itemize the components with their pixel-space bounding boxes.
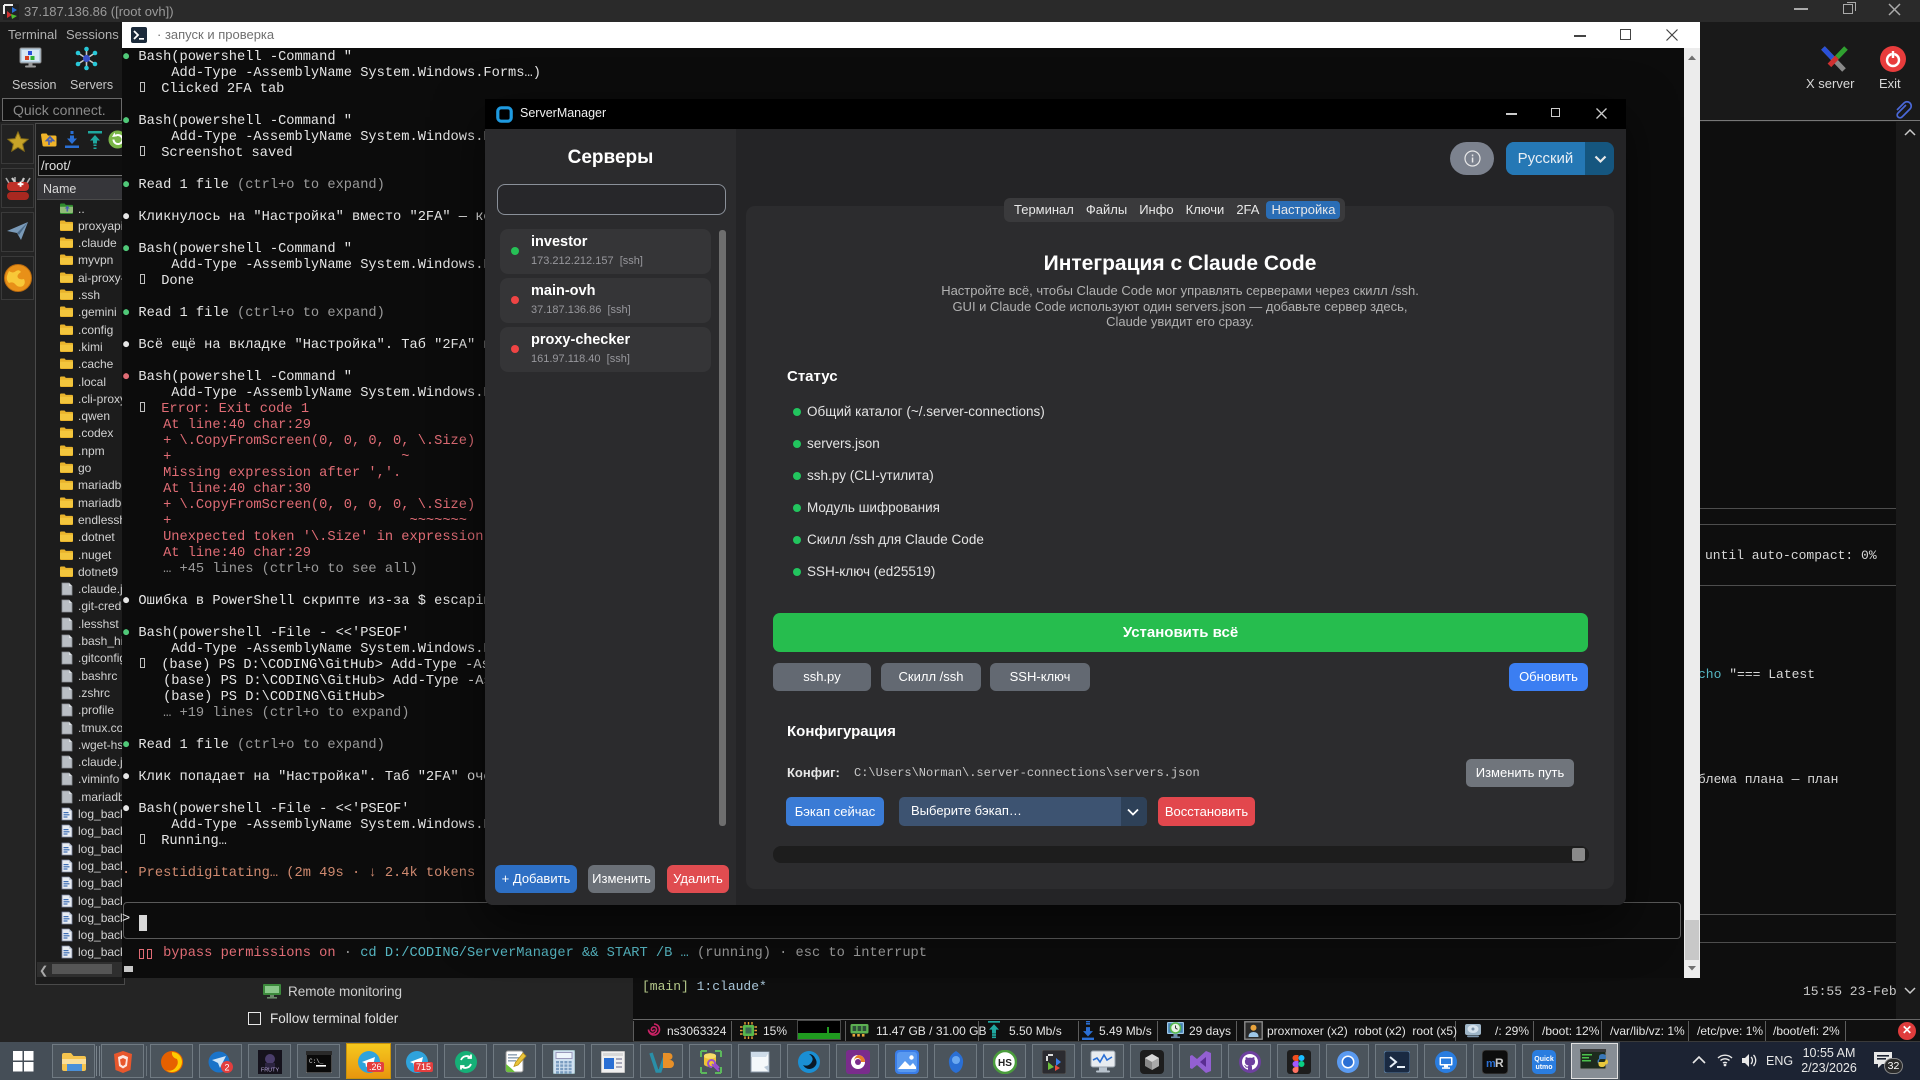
svg-text:FRUTY: FRUTY bbox=[261, 1068, 280, 1074]
svg-text:C:\_: C:\_ bbox=[309, 1058, 324, 1065]
svg-text:Quick: Quick bbox=[1534, 1056, 1554, 1063]
svg-text:2: 2 bbox=[224, 1063, 229, 1073]
svg-text:HS: HS bbox=[998, 1058, 1012, 1069]
svg-text:R: R bbox=[1495, 1056, 1504, 1070]
svg-text:utmo: utmo bbox=[1535, 1064, 1552, 1071]
